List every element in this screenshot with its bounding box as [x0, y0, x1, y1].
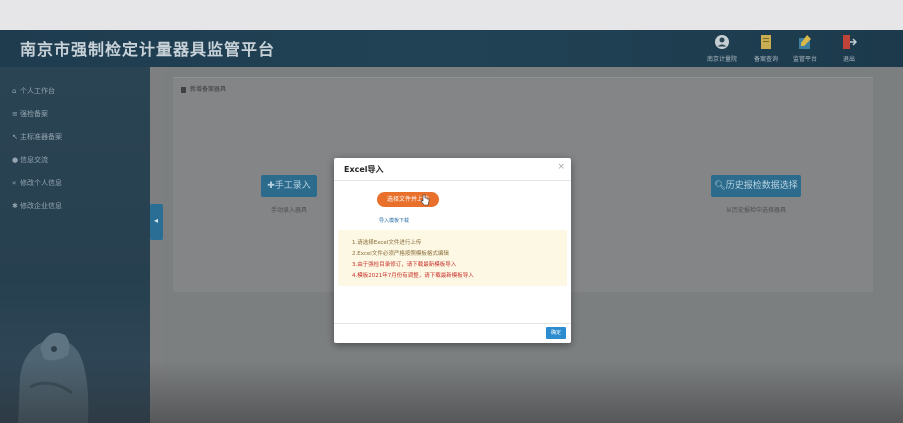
notice-line: 3.由于强检目录修订，请下载最新模板导入: [352, 262, 457, 268]
import-notice-box: 1.请选择Excel文件进行上传 2.Excel文件必须严格按照模板格式编辑 3…: [338, 230, 567, 286]
sidebar-item-messages[interactable]: ● 信息交流: [12, 155, 48, 165]
history-select-hint: 从历史报检中选择器具: [725, 207, 786, 214]
sidebar-item-edit-profile[interactable]: «修改个人信息: [12, 178, 62, 188]
sidebar-item-workbench[interactable]: ⌂ 个人工作台: [12, 86, 55, 96]
user-circle-icon: [715, 35, 729, 49]
document-icon: [761, 35, 771, 49]
gear-icon: ✱: [12, 202, 18, 210]
history-select-button[interactable]: 🔍︎历史报检数据选择: [711, 175, 801, 197]
exit-icon: [843, 35, 857, 49]
document-icon: [181, 86, 186, 93]
sidebar-item-label: 主标准器备案: [20, 133, 62, 141]
close-icon[interactable]: ×: [557, 162, 565, 172]
app-header: 南京市强制检定计量器具监管平台 南京计量院 备案查询 监管平台 退出: [0, 30, 903, 67]
list-icon: ≡: [12, 110, 18, 118]
manual-entry-button[interactable]: ✚手工录入: [261, 175, 317, 197]
header-logout-label: 退出: [842, 56, 855, 63]
edit-icon: «: [12, 179, 17, 187]
manual-entry-label: 手工录入: [274, 181, 311, 191]
header-platform-label: 监管平台: [792, 56, 817, 63]
header-record-query-button[interactable]: 备案查询: [746, 34, 786, 63]
sidebar-item-label: 修改企业信息: [20, 202, 62, 210]
header-record-query-label: 备案查询: [753, 56, 778, 63]
browser-top-strip: [0, 0, 903, 30]
manual-entry-hint: 手动录入器具: [270, 207, 307, 214]
notice-line: 2.Excel文件必须严格按照模板格式编辑: [352, 251, 449, 257]
dialog-divider: [334, 180, 571, 181]
notice-line: 1.请选择Excel文件进行上传: [352, 240, 422, 246]
header-account-button[interactable]: 南京计量院: [702, 34, 742, 63]
notice-line: 4.模板2021年7月份有调整，请下载最新模板导入: [352, 273, 474, 279]
confirm-button[interactable]: 确定: [546, 327, 566, 339]
dialog-title: Excel导入: [344, 165, 384, 174]
panel-heading: 新增备案器具: [181, 84, 226, 93]
excel-import-dialog: Excel导入 × 选择文件并上传 导入模板下载 1.请选择Excel文件进行上…: [334, 158, 571, 343]
sidebar-item-edit-company[interactable]: ✱ 修改企业信息: [12, 201, 62, 211]
header-logout-button[interactable]: 退出: [829, 34, 869, 63]
sidebar-item-standard-record[interactable]: ↖ 主标准器备案: [12, 132, 62, 142]
sidebar-item-label: 个人工作台: [20, 87, 55, 95]
sidebar-item-label: 信息交流: [20, 156, 48, 164]
sidebar-item-label: 修改个人信息: [20, 179, 62, 187]
hand-cursor-icon: [420, 194, 430, 206]
wrench-icon: ↖: [12, 133, 18, 141]
dialog-footer-divider: [334, 323, 571, 324]
home-icon: ⌂: [12, 87, 17, 95]
bottom-shade: [0, 360, 903, 423]
sidebar-item-inspection-record[interactable]: ≡ 强检备案: [12, 109, 48, 119]
sidebar-item-label: 强检备案: [20, 110, 48, 118]
template-download-link[interactable]: 导入模板下载: [379, 217, 409, 224]
history-select-label: 历史报检数据选择: [725, 181, 798, 191]
pencil-icon: [799, 35, 811, 49]
plus-icon: ✚: [267, 181, 275, 191]
sidebar-collapse-toggle[interactable]: ◂: [150, 204, 163, 240]
panel-heading-text: 新增备案器具: [190, 86, 227, 93]
app-title: 南京市强制检定计量器具监管平台: [20, 40, 276, 59]
search-icon: 🔍︎: [714, 181, 726, 191]
chat-icon: ●: [12, 156, 19, 164]
chevron-left-icon: ◂: [154, 216, 159, 225]
header-account-label: 南京计量院: [706, 56, 737, 63]
header-platform-button[interactable]: 监管平台: [785, 34, 825, 63]
